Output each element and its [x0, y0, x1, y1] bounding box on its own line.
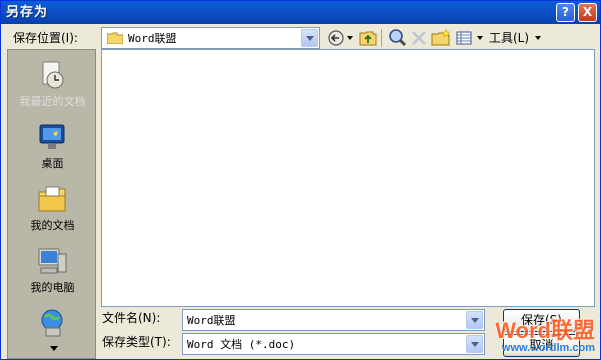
up-one-level-icon[interactable]	[357, 27, 379, 49]
place-my-documents[interactable]: 我的文档	[8, 180, 95, 242]
place-label: 桌面	[41, 157, 64, 170]
search-web-icon[interactable]	[387, 27, 409, 49]
delete-icon[interactable]	[408, 27, 430, 49]
recent-documents-icon	[36, 60, 68, 90]
new-folder-icon[interactable]	[430, 27, 452, 49]
toolbar-separator	[381, 29, 382, 47]
place-desktop[interactable]: 桌面	[8, 118, 95, 180]
filetype-label: 保存类型(T):	[102, 335, 171, 349]
chevron-down-icon[interactable]	[466, 335, 483, 353]
chevron-down-icon[interactable]	[466, 311, 483, 329]
window-title: 另存为	[6, 5, 49, 20]
watermark-brand: Word联盟	[495, 318, 595, 343]
save-location-label: 保存位置(I):	[13, 31, 78, 45]
places-bar: 我最近的文档 桌面 我的文档 我的电脑	[7, 49, 96, 359]
folder-icon	[106, 32, 124, 45]
back-icon[interactable]	[326, 27, 348, 49]
tools-dropdown-icon[interactable]	[535, 36, 541, 40]
network-places-icon	[36, 308, 68, 338]
watermark-url: www.wordlm.com	[501, 342, 595, 354]
chevron-down-icon[interactable]	[301, 29, 318, 47]
place-label: 我的文档	[30, 219, 75, 232]
save-location-combo[interactable]: Word联盟	[101, 27, 320, 49]
place-my-computer[interactable]: 我的电脑	[8, 242, 95, 304]
places-scroll-down-icon[interactable]	[50, 346, 58, 351]
help-button[interactable]: ?	[556, 3, 575, 22]
close-button[interactable]: X	[578, 3, 597, 22]
filetype-value: Word 文档 (*.doc)	[187, 338, 296, 351]
filename-label: 文件名(N):	[102, 311, 161, 325]
file-list[interactable]	[101, 49, 595, 307]
save-as-dialog: 另存为 ? X 保存位置(I): Word联盟 工具(L) 我最近的文档 桌面 …	[0, 0, 601, 360]
place-label: 我的电脑	[30, 281, 75, 294]
my-documents-icon	[36, 184, 68, 214]
desktop-icon	[36, 122, 68, 152]
place-label: 我最近的文档	[19, 95, 86, 108]
tools-menu[interactable]: 工具(L)	[489, 30, 529, 46]
views-icon[interactable]	[453, 27, 475, 49]
filename-input[interactable]: Word联盟	[182, 309, 485, 331]
title-bar: 另存为 ? X	[1, 1, 600, 24]
back-dropdown-icon[interactable]	[347, 36, 353, 40]
filetype-select[interactable]: Word 文档 (*.doc)	[182, 333, 485, 355]
filename-value: Word联盟	[187, 314, 236, 327]
save-location-value: Word联盟	[128, 32, 177, 45]
watermark: Word联盟 www.wordlm.com	[489, 319, 595, 357]
my-computer-icon	[36, 246, 68, 276]
place-recent-documents[interactable]: 我最近的文档	[8, 56, 95, 118]
views-dropdown-icon[interactable]	[477, 36, 483, 40]
